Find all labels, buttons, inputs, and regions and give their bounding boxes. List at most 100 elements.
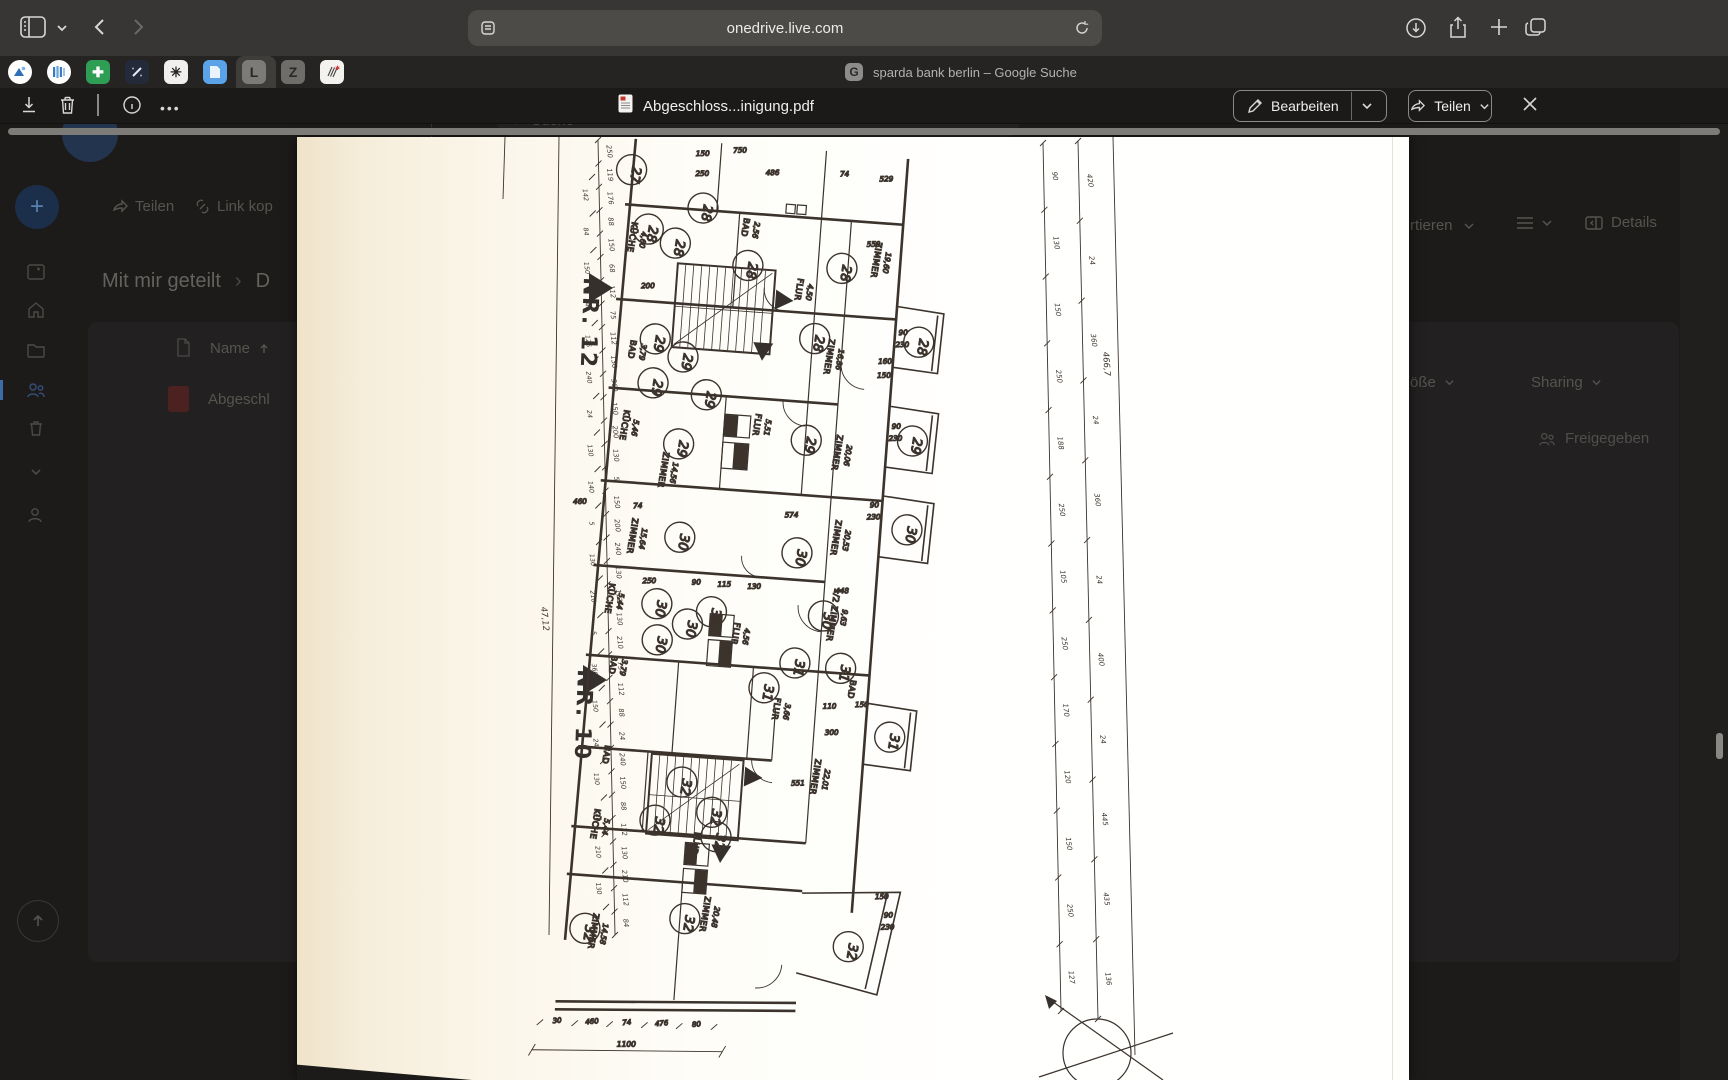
close-pdf-button[interactable] — [1521, 95, 1539, 113]
edit-button[interactable]: Bearbeiten — [1233, 90, 1387, 122]
tick — [590, 247, 596, 253]
pdf-doc-icon — [618, 94, 633, 118]
reload-icon[interactable] — [1074, 20, 1090, 36]
copy-link-command[interactable]: Link kop — [194, 198, 273, 215]
paper-fold-line — [1392, 137, 1393, 1080]
left-chain-number: 68 — [607, 264, 616, 274]
shared-label: Freigegeben — [1565, 430, 1649, 447]
breadcrumb-root[interactable]: Mit mir geteilt — [102, 270, 221, 293]
striped-circle-site-icon[interactable] — [47, 60, 71, 84]
share-chevron-icon[interactable] — [1479, 101, 1490, 112]
tick — [603, 904, 609, 910]
compass-rose — [1039, 995, 1173, 1080]
sort-dropdown[interactable]: rtieren — [1410, 217, 1475, 234]
horizontal-scrollbar[interactable] — [8, 128, 1720, 135]
new-item-button[interactable]: + — [15, 185, 59, 229]
dim-label: 574 — [785, 510, 799, 519]
url-bar[interactable]: onedrive.live.com — [468, 10, 1102, 46]
sidebar-item-gallery[interactable] — [26, 262, 46, 287]
room-name: BAD — [626, 339, 639, 359]
vertical-scrollbar-thumb[interactable] — [1716, 733, 1723, 759]
downloads-button[interactable] — [1404, 16, 1428, 40]
page-settings-icon[interactable] — [480, 20, 496, 36]
letter-L-site-icon[interactable]: L — [242, 60, 266, 84]
dim-label: 250 — [695, 169, 709, 178]
pdf-title: Abgeschloss...inigung.pdf — [618, 94, 814, 118]
file-row-name[interactable]: Abgeschl — [208, 391, 270, 408]
column-header-name[interactable]: Name — [210, 340, 270, 357]
dim-label: 74 — [633, 501, 643, 510]
sidebar-item-trash[interactable] — [26, 418, 46, 443]
tab-overview-button[interactable] — [1524, 16, 1548, 38]
sidebar-chevron-icon[interactable] — [56, 22, 68, 34]
sidebar-collapse-chevron[interactable] — [28, 464, 44, 485]
forward-button[interactable] — [128, 16, 148, 38]
view-dropdown[interactable] — [1515, 214, 1555, 237]
url-text: onedrive.live.com — [496, 20, 1074, 37]
tab-title: sparda bank berlin – Google Suche — [873, 65, 1077, 80]
unit-number: 29 — [701, 390, 718, 409]
left-chain-inner-number: 24 — [585, 409, 594, 418]
info-button[interactable] — [122, 95, 142, 115]
share-button[interactable] — [1446, 15, 1470, 40]
share-pdf-button[interactable]: Teilen — [1408, 90, 1492, 122]
more-options-button[interactable]: ••• — [160, 100, 181, 116]
edit-chevron-icon[interactable] — [1361, 100, 1373, 112]
left-chain-number: 240 — [617, 752, 627, 766]
left-chain-inner-number: 240 — [584, 371, 593, 384]
chevron-down-icon — [1463, 220, 1475, 232]
dim-label: 486 — [766, 168, 780, 177]
details-toggle[interactable]: Details — [1585, 214, 1657, 231]
column-header-size[interactable]: öße — [1410, 374, 1455, 391]
dim-label: 460 — [573, 497, 587, 506]
tick — [599, 685, 605, 691]
letter-Z-site-icon[interactable]: Z — [281, 60, 305, 84]
dim-label: 90 — [884, 910, 894, 919]
left-chain-inner-number: 150 — [582, 261, 591, 274]
sidebar-toggle-button[interactable] — [20, 16, 46, 38]
dim-label: 550 — [867, 240, 881, 249]
scribble-site-icon[interactable]: ✱ — [320, 60, 344, 84]
column-header-sharing[interactable]: Sharing — [1531, 374, 1602, 391]
sidebar-item-home[interactable] — [26, 300, 46, 325]
unit-number: 32 — [843, 942, 860, 961]
dim-label: 110 — [823, 702, 837, 711]
unit-number: 30 — [652, 636, 669, 655]
sidebar-item-files[interactable] — [26, 340, 46, 365]
back-button[interactable] — [90, 16, 110, 38]
delete-pdf-button[interactable] — [58, 95, 77, 115]
green-cross-site-icon[interactable]: ✚ — [86, 60, 110, 84]
bottom-dim-number: 460 — [585, 1017, 599, 1026]
blue-doc-site-icon[interactable] — [203, 60, 227, 84]
dim-label: 529 — [879, 174, 893, 183]
knot-site-icon[interactable]: ✳ — [164, 60, 188, 84]
left-chain-number: 119 — [605, 168, 615, 182]
dim-label: 551 — [791, 778, 805, 787]
dim-label: 250 — [642, 576, 656, 585]
active-tab[interactable]: G sparda bank berlin – Google Suche — [845, 63, 1077, 81]
survey1-number: 105 — [1058, 570, 1068, 585]
mountain-site-icon[interactable] — [8, 60, 32, 84]
dim-label: 90 — [870, 500, 880, 509]
dim-label: 130 — [747, 582, 761, 591]
sort-label: rtieren — [1410, 217, 1453, 234]
left-chain-inner-number: 130 — [586, 444, 595, 457]
left-chain-number: 210 — [615, 636, 625, 650]
sidebar-item-people[interactable] — [26, 505, 46, 530]
navy-slash-site-icon[interactable] — [125, 60, 149, 84]
new-tab-button[interactable] — [1488, 16, 1510, 38]
survey2-number: 445 — [1100, 812, 1110, 827]
share-command[interactable]: Teilen — [112, 198, 174, 215]
unit-number: 28 — [670, 239, 687, 258]
left-chain-number: 112 — [620, 893, 630, 907]
sidebar-item-shared[interactable] — [26, 380, 46, 405]
unit-number: 30 — [791, 549, 808, 568]
unit-number: 29 — [647, 379, 664, 398]
survey2-number: 360 — [1089, 333, 1099, 348]
left-chain-number: 88 — [617, 708, 626, 718]
download-pdf-button[interactable] — [20, 95, 38, 115]
share-arrow-icon — [1410, 98, 1426, 114]
feedback-button[interactable] — [17, 900, 59, 942]
survey1-number: 250 — [1065, 903, 1075, 918]
unit-number: 29 — [907, 437, 924, 456]
